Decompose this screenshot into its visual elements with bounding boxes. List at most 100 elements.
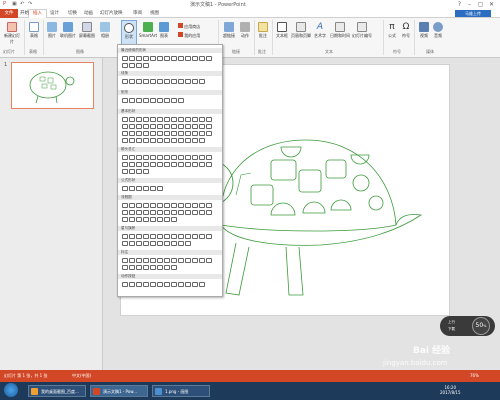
online-picture-button[interactable]: 联机图片	[59, 22, 77, 39]
my-apps-button[interactable]: 我的应用	[178, 32, 208, 39]
album-icon	[100, 22, 110, 32]
audio-button[interactable]: 音频	[432, 22, 444, 39]
section-block-arrows: 箭头总汇	[118, 147, 222, 152]
arrows-row-1[interactable]	[122, 155, 212, 160]
wordart-icon: A	[316, 22, 324, 32]
tab-insert[interactable]: 插入	[33, 10, 42, 16]
basic-shapes-row-2[interactable]	[122, 124, 212, 129]
flowchart-row-3[interactable]	[122, 217, 177, 222]
lines-row[interactable]	[122, 79, 205, 84]
online-picture-icon	[63, 22, 73, 32]
save-icon[interactable]: ▣	[12, 1, 19, 7]
tab-transitions[interactable]: 切换	[68, 10, 77, 16]
section-equation-shapes: 公式形状	[118, 178, 222, 183]
basic-shapes-row-1[interactable]	[122, 117, 212, 122]
video-button[interactable]: 视频	[418, 22, 430, 39]
flowchart-row-2[interactable]	[122, 210, 212, 215]
new-slide-button[interactable]: 新建幻灯片	[3, 22, 21, 45]
date-time-icon	[335, 22, 345, 32]
equation-button[interactable]: π 公式	[386, 22, 398, 39]
shapes-icon	[124, 23, 134, 33]
language-status[interactable]: 中文(中国)	[72, 373, 91, 379]
table-button[interactable]: 表格	[27, 22, 41, 39]
taskbar-item-browser[interactable]: 我的桌面截图_百度...	[28, 385, 86, 397]
taskbar-item-label: 1.png - 画图	[165, 389, 189, 394]
tab-home[interactable]: 开始	[20, 10, 29, 16]
header-footer-icon	[296, 22, 306, 32]
login-button[interactable]: 马维上传	[455, 10, 491, 17]
symbol-button[interactable]: Ω 符号	[400, 22, 412, 39]
equation-shapes-row[interactable]	[122, 186, 163, 191]
tab-view[interactable]: 视图	[150, 10, 159, 16]
tab-slideshow[interactable]: 幻灯片放映	[100, 10, 123, 16]
redo-icon[interactable]: ↷	[28, 1, 35, 7]
group-slides: 幻灯片	[3, 49, 15, 54]
textbox-label: 文本框	[276, 33, 288, 38]
section-recent-shapes: 最近使用的形状	[118, 48, 222, 53]
callouts-row-2[interactable]	[122, 265, 177, 270]
restore-button[interactable]: ▢	[476, 0, 485, 9]
arrows-row-2[interactable]	[122, 162, 212, 167]
hyperlink-icon	[224, 22, 234, 32]
speed-percent-value: 50	[475, 322, 484, 329]
taskbar-item-powerpoint[interactable]: 演示文稿1 - Pow...	[90, 385, 148, 397]
slide-thumbnail[interactable]	[11, 62, 94, 109]
undo-icon[interactable]: ↶	[20, 1, 27, 7]
separator	[383, 20, 384, 55]
minimize-button[interactable]: –	[465, 0, 474, 9]
my-apps-label: 我的应用	[184, 33, 201, 38]
screenshot-button[interactable]: 屏幕截图	[78, 22, 96, 39]
album-button[interactable]: 相册	[98, 22, 112, 39]
album-label: 相册	[101, 33, 109, 38]
symbol-label: 符号	[402, 33, 410, 38]
close-button[interactable]: ✕	[487, 0, 496, 9]
tab-review[interactable]: 审阅	[133, 10, 142, 16]
screenshot-icon	[82, 22, 92, 32]
basic-shapes-row-4[interactable]	[122, 138, 205, 143]
stars-row-2[interactable]	[122, 241, 191, 246]
group-symbols: 符号	[393, 49, 401, 54]
chart-button[interactable]: 图表	[158, 22, 170, 39]
smartart-button[interactable]: SmartArt	[139, 22, 157, 38]
comment-button[interactable]: 批注	[257, 22, 269, 39]
rectangles-row[interactable]	[122, 98, 184, 103]
start-button-icon[interactable]	[4, 383, 18, 397]
header-footer-button[interactable]: 页眉和页脚	[290, 22, 312, 39]
taskbar-item-label: 演示文稿1 - Pow...	[103, 389, 137, 394]
tab-file[interactable]: 文件	[0, 9, 18, 18]
hyperlink-button[interactable]: 超链接	[221, 22, 237, 39]
group-media: 媒体	[426, 49, 434, 54]
help-button[interactable]: ?	[455, 0, 464, 9]
shapes-button[interactable]: 形状	[121, 20, 137, 46]
section-action-buttons: 动作按钮	[118, 274, 222, 279]
basic-shapes-row-3[interactable]	[122, 131, 212, 136]
taskbar-item-paint[interactable]: 1.png - 画图	[152, 385, 210, 397]
callouts-row-1[interactable]	[122, 258, 212, 263]
section-callouts: 标注	[118, 250, 222, 255]
date-time-button[interactable]: 日期和时间	[329, 22, 351, 39]
pi-icon: π	[389, 22, 395, 32]
stars-row-1[interactable]	[122, 234, 212, 239]
slide-number-button[interactable]: 幻灯片编号	[352, 22, 372, 39]
textbox-button[interactable]: 文本框	[275, 22, 289, 39]
flowchart-row-1[interactable]	[122, 203, 212, 208]
apps-store-button[interactable]: 应用商店	[178, 23, 208, 30]
action-buttons-row[interactable]	[122, 282, 205, 287]
recent-shapes-row-2[interactable]	[122, 63, 149, 68]
wordart-button[interactable]: A 艺术字	[313, 22, 327, 39]
arrows-row-3[interactable]	[122, 169, 149, 174]
tab-design[interactable]: 设计	[50, 10, 59, 16]
download-label: 下载	[448, 327, 455, 331]
system-tray-clock[interactable]: 16:20 2017/8/15	[440, 385, 461, 395]
picture-button[interactable]: 图片	[46, 22, 58, 39]
powerpoint-window: P ▣ ↶ ↷ 演示文稿1 - PowerPoint ? – ▢ ✕ 文件 开始…	[0, 0, 500, 400]
shapes-dropdown-menu[interactable]: 最近使用的形状 线条 矩形 基本形状 箭头总汇 公式形状 流程图 星与旗帜 标注…	[117, 44, 223, 297]
action-button[interactable]: 动作	[239, 22, 251, 39]
video-icon	[419, 22, 429, 32]
recent-shapes-row[interactable]	[122, 56, 212, 61]
section-basic-shapes: 基本形状	[118, 109, 222, 114]
upload-label: 上行	[448, 320, 455, 324]
separator	[272, 20, 273, 55]
tab-animations[interactable]: 动画	[84, 10, 93, 16]
zoom-level[interactable]: 76%	[470, 373, 479, 378]
